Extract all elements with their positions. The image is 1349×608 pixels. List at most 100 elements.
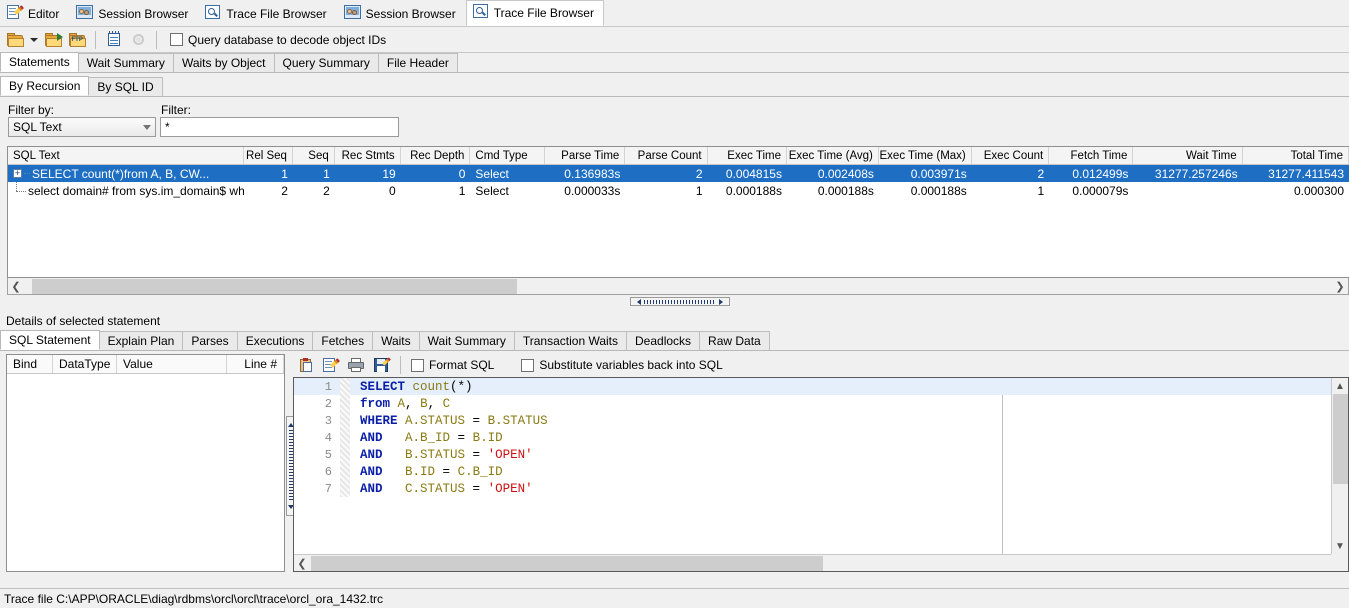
- line-number: 3: [324, 413, 332, 428]
- column-header-rec-stmts[interactable]: Rec Stmts: [335, 147, 401, 164]
- notepad-button[interactable]: [103, 29, 125, 51]
- subtab-by-sql-id[interactable]: By SQL ID: [88, 77, 163, 96]
- folder-with-arrow-icon: [44, 32, 63, 47]
- open-folder-button[interactable]: [4, 29, 26, 51]
- details-tab-deadlocks[interactable]: Deadlocks: [626, 331, 701, 350]
- scroll-up-icon[interactable]: ▲: [1332, 378, 1349, 394]
- column-header-rec-depth[interactable]: Rec Depth: [401, 147, 471, 164]
- column-header-seq[interactable]: Seq: [293, 147, 335, 164]
- tree-expand-icon[interactable]: +: [13, 169, 22, 178]
- code-line[interactable]: 4 AND A.B_ID = B.ID: [294, 429, 1331, 446]
- format-sql-checkbox[interactable]: [411, 358, 424, 372]
- details-tab-explain-plan[interactable]: Explain Plan: [98, 331, 184, 350]
- cell-rec-stmts: 0: [335, 182, 401, 199]
- edit-in-editor-button[interactable]: [320, 354, 342, 376]
- sql-statement-editor[interactable]: 1 SELECT count(*) 2 from A, B, C 3 WHERE A.ST…: [293, 377, 1349, 572]
- document-tab-session-browser[interactable]: Session Browser: [69, 1, 198, 26]
- tab-statements[interactable]: Statements: [0, 52, 79, 72]
- tab-waits-by-object[interactable]: Waits by Object: [172, 53, 275, 72]
- bind-column-header-bind[interactable]: Bind: [7, 355, 53, 373]
- document-tab-trace-file-browser[interactable]: Trace File Browser: [198, 1, 336, 26]
- session-browser-icon: [343, 4, 361, 23]
- scroll-left-icon[interactable]: ❮: [8, 279, 24, 294]
- bind-column-header-value[interactable]: Value: [117, 355, 227, 373]
- subtab-by-recursion[interactable]: By Recursion: [0, 76, 90, 96]
- statements-grid[interactable]: SQL Text Rel Seq Seq Rec Stmts Rec Depth Cmd …: [7, 146, 1349, 278]
- details-tab-fetches[interactable]: Fetches: [312, 331, 374, 350]
- column-header-exec-count[interactable]: Exec Count: [972, 147, 1050, 164]
- format-sql-checkbox-row[interactable]: Format SQL: [411, 358, 494, 372]
- vscroll-thumb[interactable]: [1332, 394, 1348, 484]
- hscroll-track[interactable]: [24, 278, 1332, 294]
- details-tab-waits[interactable]: Waits: [372, 331, 420, 350]
- sql-editor-vscrollbar[interactable]: ▲ ▼: [1331, 378, 1348, 554]
- column-header-total-time[interactable]: Total Time: [1243, 147, 1349, 164]
- filter-label: Filter:: [161, 103, 191, 117]
- column-header-parse-count[interactable]: Parse Count: [625, 147, 708, 164]
- table-row[interactable]: + SELECT count(*)from A, B, CW... 1 1 19 0 Sel…: [8, 165, 1349, 182]
- copy-to-clipboard-button[interactable]: [295, 354, 317, 376]
- sql-editor-hscrollbar[interactable]: ❮ ❯: [294, 554, 1348, 571]
- ftp-open-button[interactable]: FTP: [66, 29, 88, 51]
- scroll-down-icon[interactable]: ▼: [1332, 538, 1349, 554]
- code-line[interactable]: 2 from A, B, C: [294, 395, 1331, 412]
- splitter-arrow-left-icon: [637, 298, 641, 305]
- save-button[interactable]: [370, 354, 392, 376]
- column-header-parse-time[interactable]: Parse Time: [545, 147, 626, 164]
- column-header-rel-seq[interactable]: Rel Seq: [244, 147, 293, 164]
- document-tab-trace-file-browser[interactable]: Trace File Browser: [465, 0, 604, 26]
- substitute-variables-checkbox[interactable]: [521, 358, 535, 372]
- tab-query-summary[interactable]: Query Summary: [273, 53, 379, 72]
- filter-by-select[interactable]: SQL Text: [8, 117, 156, 137]
- cell-fetch-time: 0.000079s: [1049, 182, 1133, 199]
- code-line[interactable]: 5 AND B.STATUS = 'OPEN': [294, 446, 1331, 463]
- open-folder-dropdown-button[interactable]: [28, 29, 40, 51]
- tab-label: Query Summary: [282, 56, 370, 70]
- column-header-label: Exec Time: [727, 149, 781, 162]
- column-header-sql-text[interactable]: SQL Text: [8, 147, 245, 164]
- bind-column-header-datatype[interactable]: DataType: [53, 355, 117, 373]
- column-header-fetch-time[interactable]: Fetch Time: [1049, 147, 1134, 164]
- code-line[interactable]: 3 WHERE A.STATUS = B.STATUS: [294, 412, 1331, 429]
- details-tab-transaction-waits[interactable]: Transaction Waits: [513, 331, 628, 350]
- decode-object-ids-checkbox-row[interactable]: Query database to decode object IDs: [170, 33, 386, 47]
- column-header-label: Rec Stmts: [341, 149, 395, 162]
- details-tab-wait-summary[interactable]: Wait Summary: [418, 331, 515, 350]
- code-line[interactable]: 1 SELECT count(*): [294, 378, 1331, 395]
- details-tab-executions[interactable]: Executions: [236, 331, 314, 350]
- hscroll-thumb[interactable]: [32, 278, 517, 294]
- sql-editor-viewport[interactable]: 1 SELECT count(*) 2 from A, B, C 3 WHERE A.ST…: [294, 378, 1331, 554]
- tab-file-header[interactable]: File Header: [377, 53, 458, 72]
- column-header-exec-time-max-[interactable]: Exec Time (Max): [879, 147, 972, 164]
- bind-column-header-line-#[interactable]: Line #: [227, 355, 284, 373]
- details-tab-parses[interactable]: Parses: [182, 331, 238, 350]
- horizontal-splitter[interactable]: [0, 296, 1349, 310]
- column-header-exec-time[interactable]: Exec Time: [708, 147, 787, 164]
- substitute-variables-checkbox-row[interactable]: Substitute variables back into SQL: [521, 358, 723, 372]
- document-tab-editor[interactable]: Editor: [0, 1, 69, 26]
- scroll-right-icon[interactable]: ❯: [1332, 279, 1348, 294]
- column-header-cmd-type[interactable]: Cmd Type: [470, 147, 545, 164]
- tab-wait-summary[interactable]: Wait Summary: [77, 53, 174, 72]
- details-tab-sql-statement[interactable]: SQL Statement: [0, 330, 100, 350]
- details-tab-raw-data[interactable]: Raw Data: [699, 331, 770, 350]
- code-line[interactable]: 7 AND C.STATUS = 'OPEN': [294, 480, 1331, 497]
- hscroll-thumb[interactable]: [311, 556, 823, 571]
- sql-code-lines[interactable]: 1 SELECT count(*) 2 from A, B, C 3 WHERE A.ST…: [294, 378, 1331, 554]
- decode-object-ids-checkbox[interactable]: [170, 33, 183, 46]
- vscroll-track[interactable]: [1332, 394, 1349, 538]
- document-tab-session-browser[interactable]: Session Browser: [337, 1, 466, 26]
- filter-input[interactable]: *: [160, 117, 399, 137]
- scroll-left-icon[interactable]: ❮: [294, 556, 310, 571]
- column-header-exec-time-avg-[interactable]: Exec Time (Avg): [787, 147, 879, 164]
- table-row[interactable]: select domain# from sys.im_domain$ wh...…: [8, 182, 1349, 199]
- open-recent-button[interactable]: [42, 29, 64, 51]
- splitter-handle[interactable]: [630, 297, 730, 306]
- print-button[interactable]: [345, 354, 367, 376]
- cell-cmd-type: Select: [470, 182, 545, 199]
- code-line[interactable]: 6 AND B.ID = C.B_ID: [294, 463, 1331, 480]
- bind-variables-grid[interactable]: Bind DataType Value Line #: [6, 354, 285, 572]
- statements-grid-hscrollbar[interactable]: ❮ ❯: [7, 278, 1349, 295]
- cell-exec-count: 2: [972, 165, 1049, 182]
- column-header-wait-time[interactable]: Wait Time: [1133, 147, 1243, 164]
